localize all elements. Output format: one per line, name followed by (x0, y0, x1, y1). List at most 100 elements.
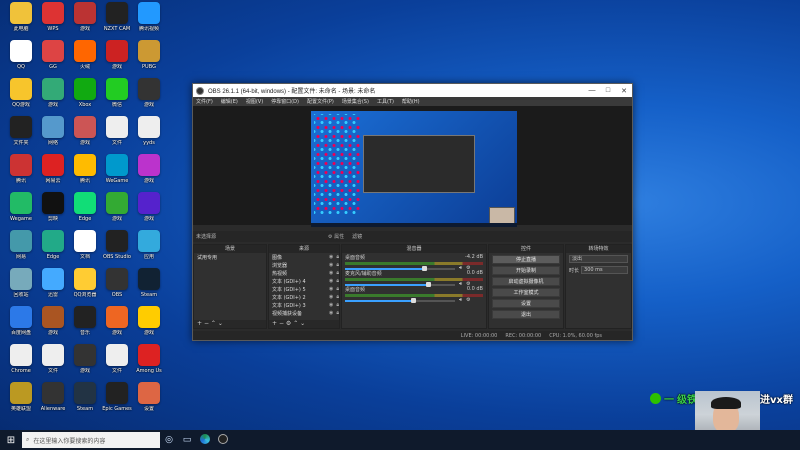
visibility-icon[interactable]: ◉ (329, 254, 333, 260)
source-item[interactable]: 文本 (GDI+) 2 ◉ 🔒︎ (269, 293, 339, 301)
sources-header: 来源 (269, 245, 339, 253)
exit-button[interactable]: 退出 (492, 310, 560, 319)
task-view-icon[interactable]: ◎ (160, 435, 178, 445)
desktop-icon-label: Among Us (136, 368, 162, 374)
source-toolbar: 未选择源 ⚙ 属性 滤镜 (193, 231, 632, 242)
app-icon (42, 154, 64, 176)
maximize-icon[interactable]: □ (600, 87, 616, 95)
menu-edit[interactable]: 编辑(E) (221, 98, 238, 105)
app-icon (138, 268, 160, 290)
desktop-icon[interactable]: 游戏 (132, 192, 166, 234)
app-icon (42, 2, 64, 24)
menu-scene-collection[interactable]: 场景集合(S) (342, 98, 369, 105)
source-up-icon[interactable]: ⌃ (293, 320, 298, 327)
transition-select[interactable]: 淡出 (569, 255, 628, 263)
edge-icon[interactable] (196, 433, 214, 447)
speaker-icon[interactable]: 🔊︎ (459, 297, 462, 303)
menu-file[interactable]: 文件(F) (196, 98, 213, 105)
studio-mode-button[interactable]: 工作室模式 (492, 288, 560, 297)
file-explorer-icon[interactable]: ▭ (178, 435, 196, 445)
visibility-icon[interactable]: ◉ (329, 302, 333, 308)
webcam-person-hair (711, 397, 741, 409)
windows-start-icon[interactable]: ⊞ (0, 435, 22, 446)
menu-profile[interactable]: 配置文件(P) (307, 98, 334, 105)
track-name: 麦克风/辅助音频 (345, 271, 382, 277)
obs-menubar: 文件(F) 编辑(E) 视图(V) 停靠窗口(D) 配置文件(P) 场景集合(S… (193, 97, 632, 106)
app-icon (138, 192, 160, 214)
duration-input[interactable]: 300 ms (581, 266, 628, 274)
add-source-icon[interactable]: + (272, 320, 277, 327)
settings-button[interactable]: 设置 (492, 299, 560, 308)
speaker-icon[interactable]: 🔊︎ (459, 281, 462, 287)
obs-preview[interactable] (193, 106, 632, 227)
filters-button[interactable]: 滤镜 (352, 233, 362, 240)
scene-item[interactable]: 试用专用 (194, 253, 266, 261)
lock-icon[interactable]: 🔒︎ (336, 254, 339, 260)
source-item[interactable]: 图像 ◉ 🔒︎ (269, 253, 339, 261)
menu-help[interactable]: 帮助(H) (402, 98, 420, 105)
source-item[interactable]: 文本 (GDI+) 4 ◉ 🔒︎ (269, 277, 339, 285)
preview-canvas (311, 111, 517, 227)
menu-tools[interactable]: 工具(T) (377, 98, 394, 105)
properties-button[interactable]: ⚙ 属性 (328, 233, 344, 240)
volume-slider[interactable] (345, 282, 455, 287)
desktop-icon[interactable]: PUBG (132, 40, 166, 82)
lock-icon[interactable]: 🔒︎ (336, 270, 339, 276)
start-virtual-camera-button[interactable]: 启动虚拟摄像机 (492, 277, 560, 286)
source-item[interactable]: 文本 (GDI+) 5 ◉ 🔒︎ (269, 285, 339, 293)
speaker-icon[interactable]: 🔊︎ (459, 265, 462, 271)
lock-icon[interactable]: 🔒︎ (336, 294, 339, 300)
stop-streaming-button[interactable]: 停止直播 (492, 255, 560, 264)
taskbar-search[interactable]: ⌕ 在这里输入你要搜索的内容 (22, 432, 160, 448)
desktop-icon[interactable]: 游戏 (132, 78, 166, 120)
visibility-icon[interactable]: ◉ (329, 310, 333, 316)
app-icon (138, 116, 160, 138)
obs-title: OBS 26.1.1 (64-bit, windows) - 配置文件: 未命名… (208, 89, 376, 95)
desktop-icon[interactable]: Steam (132, 268, 166, 310)
lock-icon[interactable]: 🔒︎ (336, 262, 339, 268)
move-down-icon[interactable]: ⌄ (218, 320, 223, 327)
desktop-icon[interactable]: 游戏 (132, 306, 166, 348)
desktop-icon[interactable]: 设置 (132, 382, 166, 424)
track-db: 0.0 dB (466, 270, 483, 276)
obs-taskbar-icon[interactable] (214, 433, 232, 447)
start-recording-button[interactable]: 开始录制 (492, 266, 560, 275)
close-icon[interactable]: ✕ (616, 87, 632, 95)
scenes-header: 场景 (194, 245, 266, 253)
desktop-icon[interactable]: 腾讯视频 (132, 2, 166, 44)
lock-icon[interactable]: 🔒︎ (336, 302, 339, 308)
volume-slider[interactable] (345, 298, 455, 303)
source-item[interactable]: 浏览器 ◉ 🔒︎ (269, 261, 339, 269)
minimize-icon[interactable]: — (584, 87, 600, 95)
app-icon (10, 230, 32, 252)
track-settings-icon[interactable]: ⚙ (466, 297, 470, 303)
source-item[interactable]: 热视频 ◉ 🔒︎ (269, 269, 339, 277)
visibility-icon[interactable]: ◉ (329, 262, 333, 268)
menu-view[interactable]: 视图(V) (246, 98, 263, 105)
app-icon (10, 192, 32, 214)
move-up-icon[interactable]: ⌃ (211, 320, 216, 327)
lock-icon[interactable]: 🔒︎ (336, 286, 339, 292)
desktop-icon[interactable]: yyds (132, 116, 166, 158)
menu-docks[interactable]: 停靠窗口(D) (271, 98, 299, 105)
source-item[interactable]: 视频捕获设备 ◉ 🔒︎ (269, 309, 339, 317)
visibility-icon[interactable]: ◉ (329, 278, 333, 284)
lock-icon[interactable]: 🔒︎ (336, 310, 339, 316)
source-down-icon[interactable]: ⌄ (300, 320, 305, 327)
remove-source-icon[interactable]: − (279, 320, 284, 327)
volume-slider[interactable] (345, 266, 455, 271)
lock-icon[interactable]: 🔒︎ (336, 278, 339, 284)
visibility-icon[interactable]: ◉ (329, 294, 333, 300)
remove-scene-icon[interactable]: − (204, 320, 209, 327)
visibility-icon[interactable]: ◉ (329, 286, 333, 292)
desktop-icon[interactable]: 应用 (132, 230, 166, 272)
add-scene-icon[interactable]: + (197, 320, 202, 327)
desktop-icon[interactable]: 游戏 (132, 154, 166, 196)
app-icon (74, 116, 96, 138)
source-settings-icon[interactable]: ⚙ (286, 320, 291, 327)
app-icon (106, 344, 128, 366)
desktop-icon-label: 游戏 (143, 216, 154, 222)
source-item[interactable]: 文本 (GDI+) 3 ◉ 🔒︎ (269, 301, 339, 309)
desktop-icon[interactable]: Among Us (132, 344, 166, 386)
visibility-icon[interactable]: ◉ (329, 270, 333, 276)
